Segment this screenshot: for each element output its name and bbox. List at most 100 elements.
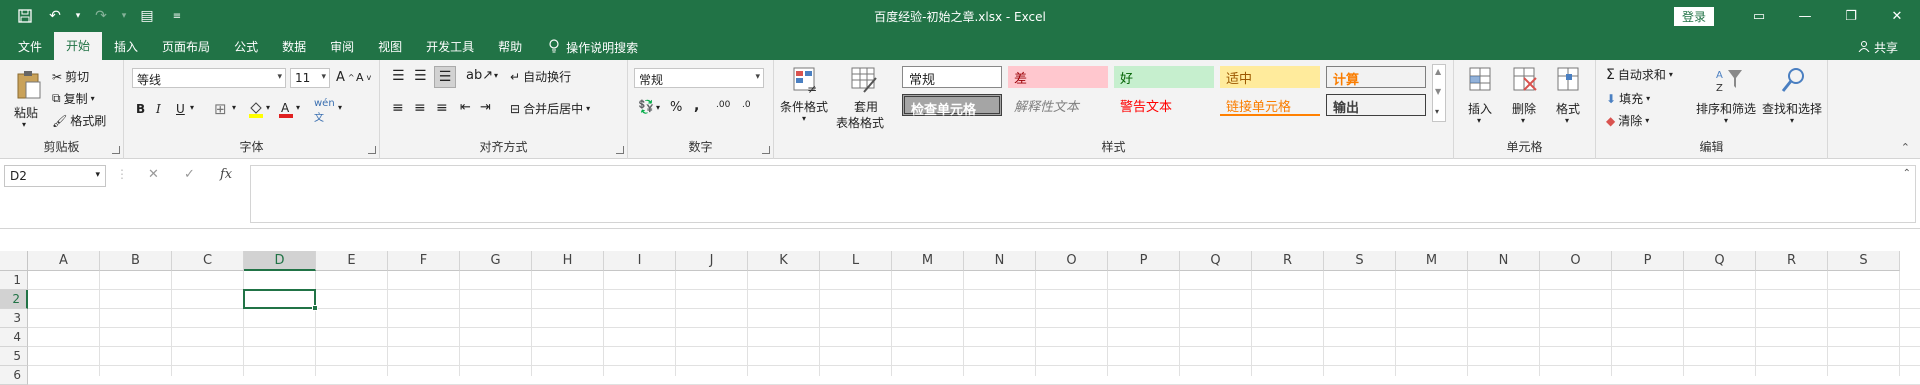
align-left-icon[interactable]: ≡ [392, 100, 404, 116]
style-warning[interactable]: 警告文本 [1114, 94, 1214, 116]
currency-icon[interactable]: 💱 [638, 100, 654, 115]
tab-home[interactable]: 开始 [54, 32, 103, 60]
expand-formula-icon[interactable]: ⌃ [1903, 168, 1911, 179]
scroll-down-icon[interactable]: ▼ [1435, 87, 1441, 96]
orientation-icon[interactable]: ab↗ [466, 68, 493, 83]
decrease-decimal-button[interactable]: .0 [742, 100, 751, 110]
row-header[interactable]: 4 [0, 328, 28, 347]
alignment-launcher-icon[interactable] [616, 146, 624, 154]
tab-formulas[interactable]: 公式 [222, 34, 270, 60]
column-header[interactable]: K [748, 251, 820, 271]
style-good[interactable]: 好 [1114, 66, 1214, 88]
column-header[interactable]: B [100, 251, 172, 271]
insert-cells-button[interactable]: 插入 ▾ [1462, 66, 1500, 130]
restore-icon[interactable]: ❐ [1828, 0, 1874, 32]
save-icon[interactable] [14, 5, 36, 27]
column-header[interactable]: O [1036, 251, 1108, 271]
style-neutral[interactable]: 适中 [1220, 66, 1320, 88]
delete-cells-button[interactable]: 删除 ▾ [1506, 66, 1544, 130]
tab-view[interactable]: 视图 [366, 34, 414, 60]
orientation-dropdown-icon[interactable]: ▾ [494, 71, 498, 80]
column-header[interactable]: Q [1180, 251, 1252, 271]
style-calculation[interactable]: 计算 [1326, 66, 1426, 88]
tab-developer[interactable]: 开发工具 [414, 34, 486, 60]
undo-dropdown-icon[interactable]: ▾ [74, 5, 82, 27]
enter-icon[interactable]: ✓ [184, 167, 195, 182]
align-center-icon[interactable]: ≡ [414, 100, 426, 116]
align-top-icon[interactable]: ☰ [392, 68, 405, 84]
column-header[interactable]: Q [1684, 251, 1756, 271]
collapse-ribbon-icon[interactable]: ⌃ [1901, 141, 1910, 154]
tab-help[interactable]: 帮助 [486, 34, 534, 60]
align-middle-icon[interactable]: ☰ [414, 68, 427, 84]
column-header[interactable]: J [676, 251, 748, 271]
column-header[interactable]: S [1324, 251, 1396, 271]
underline-dropdown-icon[interactable]: ▾ [190, 103, 194, 112]
cut-button[interactable]: ✂ 剪切 [52, 68, 89, 85]
font-color-dropdown-icon[interactable]: ▾ [296, 103, 300, 112]
tell-me-search[interactable]: 操作说明搜索 [534, 34, 638, 60]
select-all-button[interactable] [0, 251, 28, 271]
fill-handle[interactable] [312, 305, 318, 311]
italic-button[interactable]: I [156, 102, 161, 116]
tab-review[interactable]: 审阅 [318, 34, 366, 60]
merge-center-button[interactable]: ⊟ 合并后居中 ▾ [510, 100, 590, 117]
minimize-icon[interactable]: — [1782, 0, 1828, 32]
style-gallery-scroll[interactable]: ▲ ▼ ▾ [1432, 64, 1446, 122]
form-icon[interactable]: ▤ [136, 5, 158, 27]
column-header[interactable]: S [1828, 251, 1900, 271]
clipboard-launcher-icon[interactable] [112, 146, 120, 154]
tab-file[interactable]: 文件 [6, 34, 54, 60]
copy-button[interactable]: ⧉ 复制 ▾ [52, 90, 95, 107]
cancel-icon[interactable]: ✕ [148, 167, 159, 182]
style-bad[interactable]: 差 [1008, 66, 1108, 88]
wrap-text-button[interactable]: ↵ 自动换行 [510, 68, 571, 85]
column-header[interactable]: G [460, 251, 532, 271]
style-output[interactable]: 输出 [1326, 94, 1426, 116]
redo-dropdown-icon[interactable]: ▾ [120, 5, 128, 27]
column-header[interactable]: H [532, 251, 604, 271]
column-header[interactable]: R [1252, 251, 1324, 271]
style-normal[interactable]: 常规 [902, 66, 1002, 88]
phonetic-icon[interactable]: wén 文 [314, 98, 335, 124]
ribbon-display-icon[interactable]: ▭ [1736, 0, 1782, 32]
column-header[interactable]: A [28, 251, 100, 271]
column-header[interactable]: D [244, 251, 316, 271]
column-header[interactable]: I [604, 251, 676, 271]
increase-decimal-button[interactable]: .00 [716, 100, 730, 110]
format-as-table-button[interactable]: 套用 表格格式 [836, 66, 894, 136]
name-box[interactable]: D2 ▾ [4, 165, 106, 187]
decrease-font-icon[interactable]: Av [356, 71, 371, 84]
column-header[interactable]: F [388, 251, 460, 271]
find-select-button[interactable]: 查找和选择 ▾ [1762, 66, 1826, 130]
tab-data[interactable]: 数据 [270, 34, 318, 60]
row-header[interactable]: 2 [0, 290, 28, 309]
font-color-button[interactable]: A [278, 100, 294, 118]
column-header[interactable]: N [1468, 251, 1540, 271]
column-header[interactable]: L [820, 251, 892, 271]
column-header[interactable]: P [1108, 251, 1180, 271]
fill-color-button[interactable] [248, 100, 264, 118]
percent-button[interactable]: % [670, 100, 682, 115]
font-launcher-icon[interactable] [368, 146, 376, 154]
row-header[interactable]: 1 [0, 271, 28, 290]
bold-button[interactable]: B [136, 102, 145, 116]
format-painter-button[interactable]: 🖌 格式刷 [52, 112, 106, 129]
phonetic-dropdown-icon[interactable]: ▾ [338, 103, 342, 112]
column-header[interactable]: M [892, 251, 964, 271]
number-launcher-icon[interactable] [762, 146, 770, 154]
column-header[interactable]: O [1540, 251, 1612, 271]
column-header[interactable]: E [316, 251, 388, 271]
currency-dropdown-icon[interactable]: ▾ [656, 103, 660, 112]
share-button[interactable]: 共享 [1858, 39, 1898, 56]
column-header[interactable]: M [1396, 251, 1468, 271]
border-dropdown-icon[interactable]: ▾ [232, 103, 236, 112]
comma-button[interactable]: , [694, 98, 699, 114]
active-cell[interactable] [243, 289, 318, 311]
column-header[interactable]: R [1756, 251, 1828, 271]
style-check-cell[interactable]: 检查单元格 [902, 94, 1002, 118]
align-right-icon[interactable]: ≡ [436, 100, 448, 116]
tab-page-layout[interactable]: 页面布局 [150, 34, 222, 60]
login-button[interactable]: 登录 [1673, 6, 1714, 26]
fill-dropdown-icon[interactable]: ▾ [266, 103, 270, 112]
